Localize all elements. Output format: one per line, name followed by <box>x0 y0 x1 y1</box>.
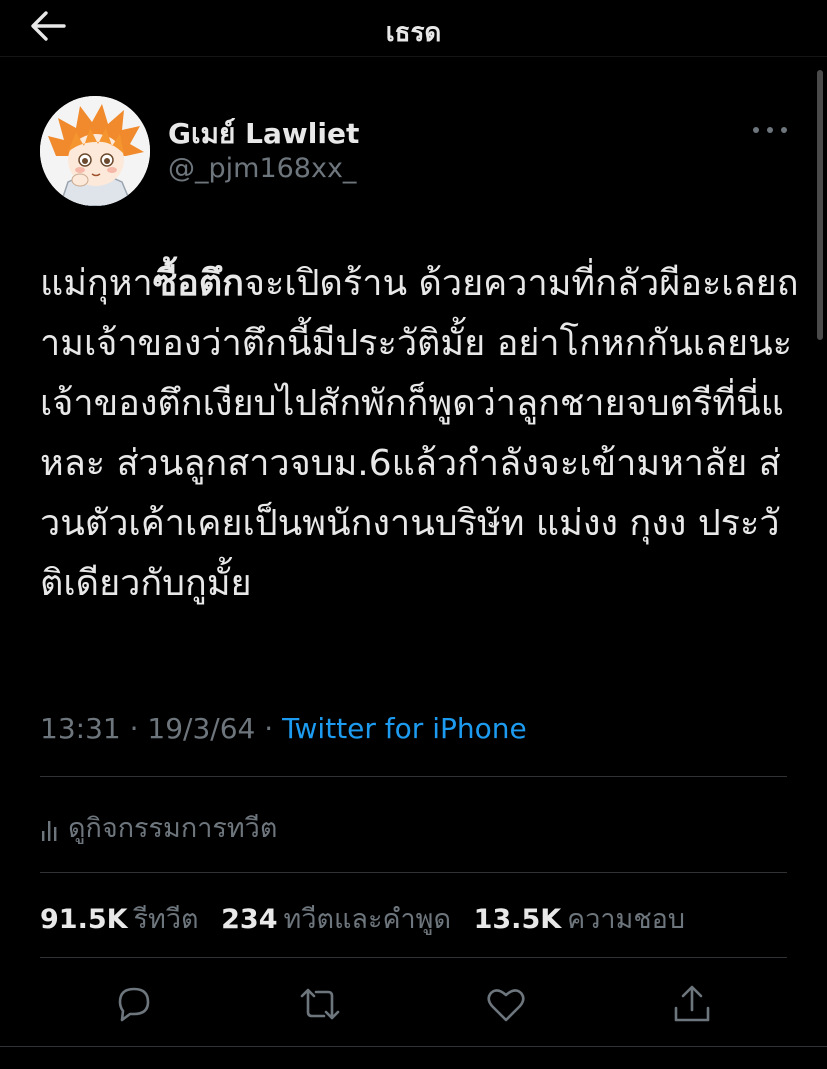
top-bar: เธรด <box>0 0 827 57</box>
scrollbar[interactable] <box>817 70 823 340</box>
retweets-stat[interactable]: 91.5K รีทวีต <box>40 904 199 935</box>
tweet-timestamp: 13:31 · 19/3/64 · Twitter for iPhone <box>40 712 527 745</box>
share-button[interactable] <box>668 980 716 1028</box>
meta-separator: · <box>255 712 283 745</box>
tweet-action-bar <box>0 976 827 1036</box>
avatar-illustration <box>40 96 150 206</box>
divider <box>0 1046 827 1047</box>
bar-chart-icon <box>42 821 57 841</box>
like-button[interactable] <box>482 980 530 1028</box>
share-icon <box>674 985 710 1022</box>
tweet-date[interactable]: 19/3/64 <box>147 712 255 745</box>
reply-button[interactable] <box>110 980 158 1028</box>
author-handle[interactable]: @_pjm168xx_ <box>168 153 356 184</box>
quote-tweets-stat[interactable]: 234 ทวีตและคำพูด <box>221 904 451 935</box>
likes-label: ความชอบ <box>567 904 686 935</box>
reply-icon <box>118 987 150 1022</box>
retweets-label: รีทวีต <box>133 904 199 935</box>
page-title: เธรด <box>385 18 442 48</box>
retweets-count: 91.5K <box>40 904 128 935</box>
likes-stat[interactable]: 13.5K ความชอบ <box>474 904 685 935</box>
view-tweet-activity-link[interactable]: ดูกิจกรรมการทวีต <box>40 806 277 846</box>
divider <box>40 872 787 873</box>
quotes-label: ทวีตและคำพูด <box>283 904 452 935</box>
divider <box>40 957 787 958</box>
tweet-stats: 91.5K รีทวีต 234 ทวีตและคำพูด 13.5K ความชอบ <box>40 897 699 940</box>
likes-count: 13.5K <box>473 904 562 935</box>
retweet-icon <box>300 988 340 1020</box>
avatar[interactable] <box>40 96 150 206</box>
tweet-source-link[interactable]: Twitter for iPhone <box>282 712 527 745</box>
tweet-text: แม่กุหาซื้อตึกจะเปิดร้าน ด้วยความที่กลัว… <box>40 254 800 614</box>
tweet-text-part: จะเปิดร้าน ด้วยความที่กลัวผีอะเลยถามเจ้า… <box>40 263 799 604</box>
more-options-button[interactable] <box>748 118 792 142</box>
divider <box>40 776 787 777</box>
tweet-text-part: แม่กุหา <box>40 263 153 304</box>
tweet-text-bold: ซื้อตึก <box>152 263 244 304</box>
heart-icon <box>487 989 525 1022</box>
quotes-count: 234 <box>221 904 278 935</box>
more-horizontal-icon <box>753 127 787 133</box>
tweet-thread-page: เธรด Gเมย์ Lawliet @_pjm168xx_ แม่กุหาซื… <box>0 0 827 1069</box>
meta-separator: · <box>120 712 148 745</box>
author-display-name[interactable]: Gเมย์ Lawliet <box>168 112 359 156</box>
tweet-time[interactable]: 13:31 <box>40 712 121 745</box>
activity-label: ดูกิจกรรมการทวีต <box>68 813 278 844</box>
retweet-button[interactable] <box>296 980 344 1028</box>
